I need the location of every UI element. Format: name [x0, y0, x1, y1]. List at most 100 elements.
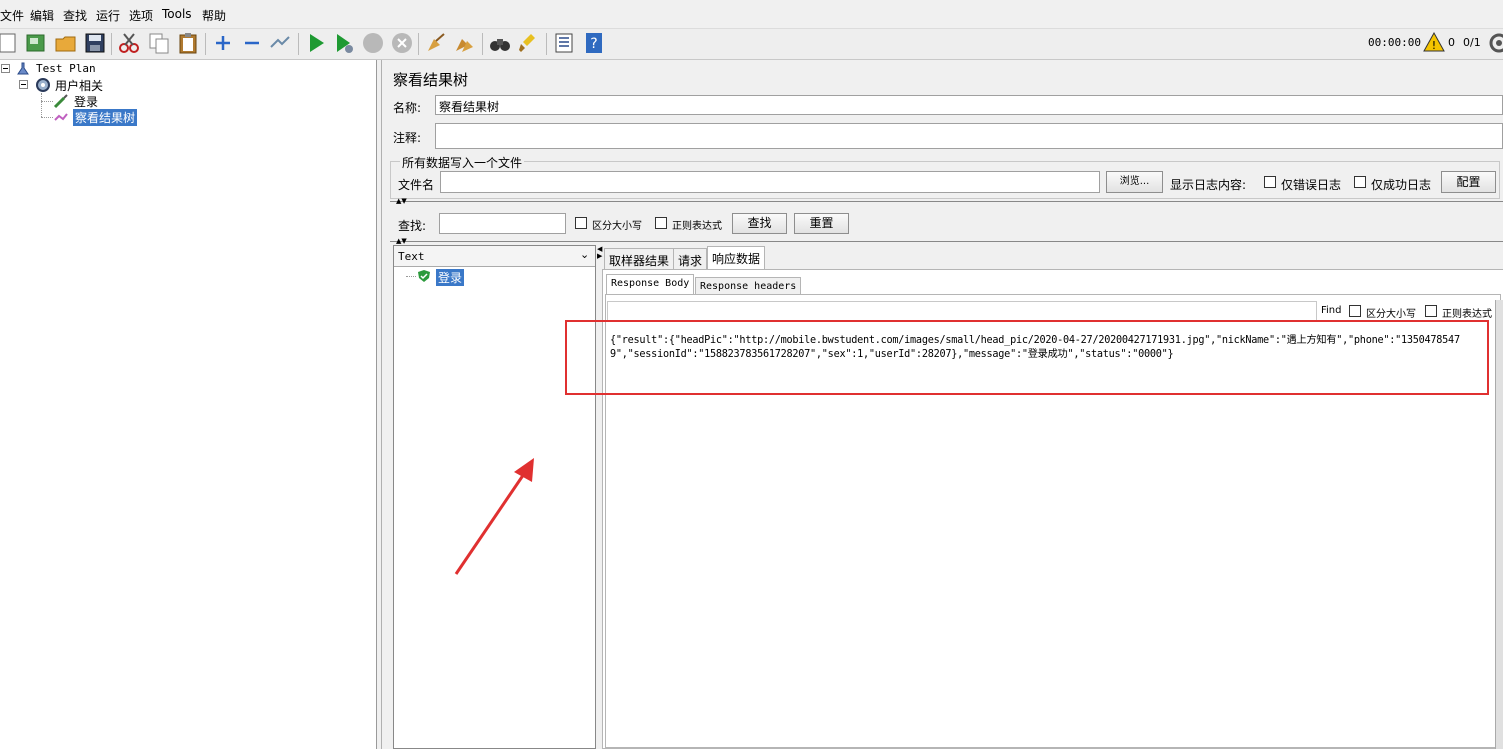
divider-arrows[interactable]: ▲▼: [396, 197, 407, 205]
case-sensitive-label: 区分大小写: [592, 221, 642, 232]
toolbar-separator: [111, 33, 112, 55]
tree-connector: [41, 117, 53, 119]
clear-all-icon[interactable]: [453, 31, 477, 55]
menu-find[interactable]: 查找: [63, 7, 87, 24]
browse-button[interactable]: 浏览...: [1106, 171, 1163, 193]
renderer-select-value: Text: [398, 250, 425, 263]
stop-icon[interactable]: [361, 31, 385, 55]
annotation-arrow: [454, 458, 534, 575]
shutdown-icon[interactable]: [390, 31, 414, 55]
comment-label: 注释:: [393, 131, 422, 145]
menu-edit[interactable]: 编辑: [30, 7, 54, 24]
broom-icon[interactable]: [517, 31, 541, 55]
toolbar: ? 00:00:00 ! 0 0/1: [0, 28, 1503, 60]
menu-file[interactable]: 文件: [0, 7, 24, 24]
split-divider[interactable]: [390, 201, 1503, 208]
timer: 00:00:00: [1368, 36, 1421, 49]
regex-checkbox[interactable]: [655, 217, 667, 229]
scrollbar[interactable]: [1495, 300, 1503, 749]
panel-title: 察看结果树: [393, 71, 469, 89]
sample-result-item[interactable]: 登录: [436, 269, 465, 286]
filename-input[interactable]: [440, 171, 1100, 193]
highlight-box: [565, 320, 1489, 395]
cut-icon[interactable]: [117, 31, 141, 55]
tab-response-data[interactable]: 响应数据: [707, 246, 766, 270]
copy-icon[interactable]: [147, 31, 171, 55]
collapse-toggle[interactable]: [19, 80, 28, 89]
comment-input[interactable]: [435, 123, 1503, 149]
new-icon[interactable]: [0, 31, 20, 55]
toolbar-separator: [418, 33, 419, 55]
divider-arrows[interactable]: ▲▼: [396, 237, 407, 245]
test-plan-tree: Test Plan 用户相关 登录 察看结果树: [0, 60, 377, 749]
tree-connector: [406, 276, 416, 278]
tab-request[interactable]: 请求: [673, 248, 708, 270]
errors-only-checkbox[interactable]: [1264, 176, 1276, 188]
clear-icon[interactable]: [424, 31, 448, 55]
divider-arrows[interactable]: ◀ ▶: [597, 246, 602, 260]
renderer-select[interactable]: Text ⌄: [394, 246, 595, 267]
function-helper-icon[interactable]: [552, 31, 576, 55]
warning-count: 0: [1448, 36, 1455, 49]
name-input[interactable]: 察看结果树: [435, 95, 1503, 115]
case-sensitive-checkbox[interactable]: [575, 217, 587, 229]
toolbar-separator: [205, 33, 206, 55]
paste-icon[interactable]: [176, 31, 200, 55]
find-regex-label: 正则表达式: [1442, 309, 1492, 320]
start-icon[interactable]: [304, 31, 328, 55]
configure-button[interactable]: 配置: [1441, 171, 1496, 193]
save-icon[interactable]: [83, 31, 107, 55]
menu-bar: 文件 编辑 查找 运行 选项 Tools 帮助: [0, 0, 1503, 28]
open-icon[interactable]: [54, 31, 78, 55]
name-label: 名称:: [393, 101, 422, 115]
tree-item-thread-group[interactable]: 用户相关: [55, 77, 103, 94]
find-regex-checkbox[interactable]: [1425, 305, 1437, 317]
subtab-response-headers[interactable]: Response headers: [695, 277, 802, 295]
success-only-label: 仅成功日志: [1371, 178, 1432, 192]
toolbar-separator: [546, 33, 547, 55]
tab-sampler-result[interactable]: 取样器结果: [604, 248, 675, 270]
toolbar-separator: [298, 33, 299, 55]
find-case-checkbox[interactable]: [1349, 305, 1361, 317]
search-input[interactable]: [439, 213, 566, 234]
subtab-response-body[interactable]: Response Body: [606, 274, 695, 294]
tree-item-listener[interactable]: 察看结果树: [73, 109, 138, 126]
binoculars-icon[interactable]: [488, 31, 512, 55]
search-button[interactable]: 查找: [732, 213, 787, 234]
help-icon[interactable]: ?: [582, 31, 606, 55]
tree-item-test-plan[interactable]: Test Plan: [36, 62, 96, 75]
find-input[interactable]: [607, 301, 1317, 321]
search-label: 查找:: [398, 219, 427, 233]
thread-count: 0/1: [1463, 36, 1481, 49]
test-plan-icon: [17, 62, 29, 75]
write-file-title: 所有数据写入一个文件: [400, 154, 525, 171]
toolbar-separator: [482, 33, 483, 55]
gear-icon[interactable]: [1488, 32, 1503, 54]
expand-icon[interactable]: [211, 31, 235, 55]
svg-text:?: ?: [590, 36, 597, 52]
regex-label: 正则表达式: [672, 221, 722, 232]
start-no-pause-icon[interactable]: [332, 31, 356, 55]
toggle-icon[interactable]: [268, 31, 292, 55]
templates-icon[interactable]: [24, 31, 48, 55]
chevron-down-icon[interactable]: ⌄: [580, 248, 589, 261]
reset-button[interactable]: 重置: [794, 213, 849, 234]
menu-help[interactable]: 帮助: [202, 7, 226, 24]
errors-only-label: 仅错误日志: [1281, 178, 1342, 192]
log-content-label: 显示日志内容:: [1170, 178, 1247, 192]
menu-options[interactable]: 选项: [129, 7, 153, 24]
tree-connector: [41, 93, 43, 117]
collapse-icon[interactable]: [240, 31, 264, 55]
menu-tools[interactable]: Tools: [162, 7, 192, 21]
tree-item-sampler[interactable]: 登录: [74, 93, 98, 110]
thread-group-gear-icon: [36, 78, 50, 92]
success-only-checkbox[interactable]: [1354, 176, 1366, 188]
success-shield-icon: [418, 270, 430, 282]
collapse-toggle[interactable]: [1, 64, 10, 73]
warning-icon[interactable]: !: [1423, 32, 1445, 52]
result-tree-icon: [54, 113, 68, 121]
tree-connector: [41, 101, 53, 103]
find-case-label: 区分大小写: [1366, 309, 1416, 320]
listener-panel: 察看结果树 名称: 察看结果树 注释: 所有数据写入一个文件 文件名 浏览...…: [381, 60, 1503, 749]
menu-run[interactable]: 运行: [96, 7, 120, 24]
